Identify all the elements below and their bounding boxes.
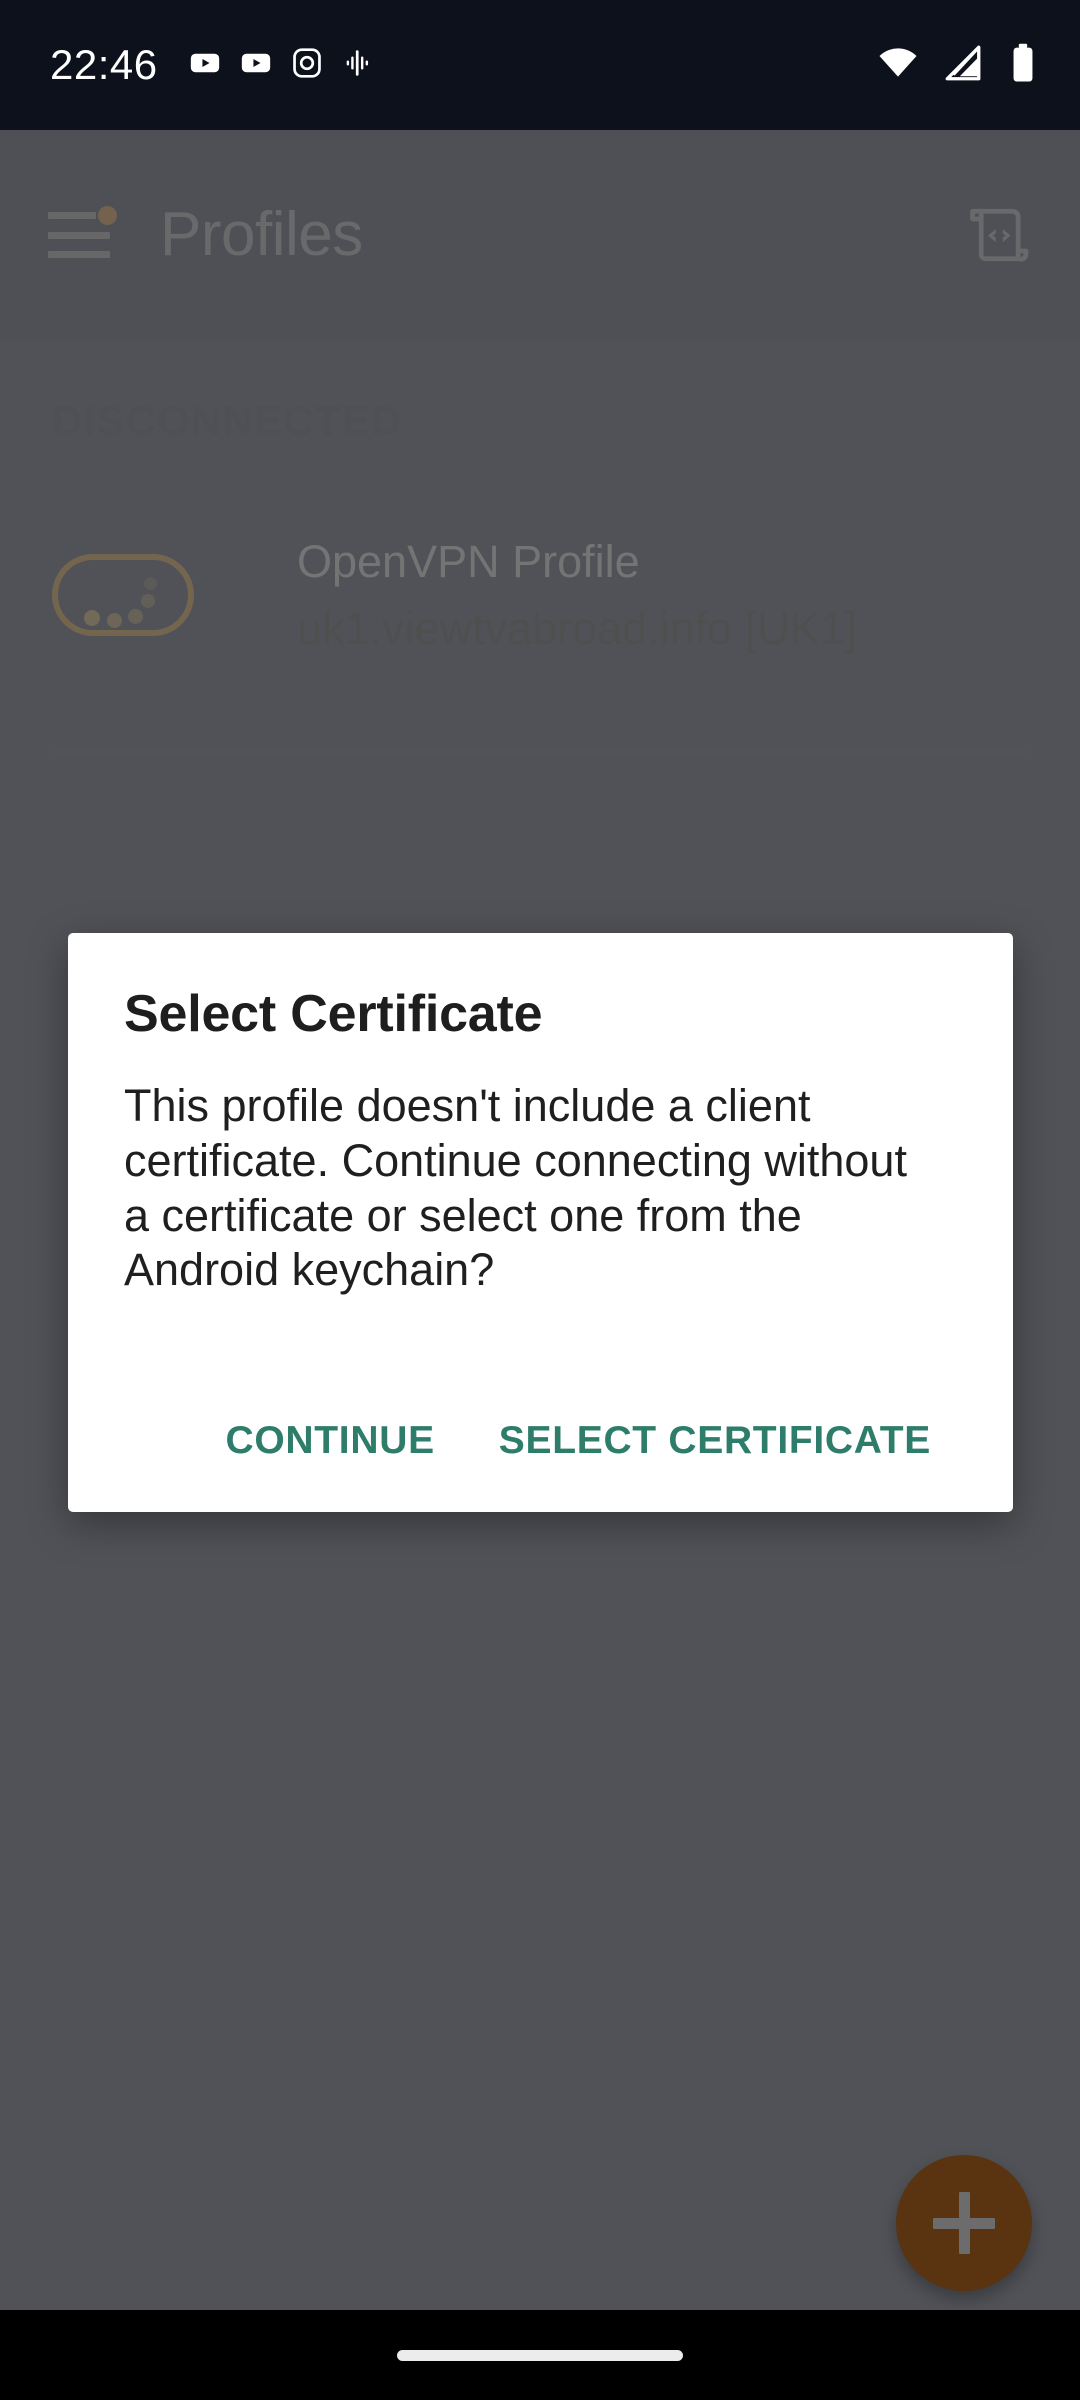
status-notification-icons <box>188 46 375 85</box>
system-navigation-bar <box>0 2310 1080 2400</box>
status-system-icons <box>876 41 1040 90</box>
youtube-icon <box>188 46 222 85</box>
status-clock: 22:46 <box>50 41 158 88</box>
select-certificate-button[interactable]: SELECT CERTIFICATE <box>473 1397 957 1485</box>
add-profile-fab[interactable] <box>896 2155 1032 2291</box>
home-gesture-pill[interactable] <box>397 2349 683 2361</box>
wifi-icon <box>876 41 920 90</box>
cellular-no-sim-icon <box>942 42 984 89</box>
status-bar: 22:46 <box>0 0 1080 130</box>
phone-screen: 22:46 Select Certificate This profile do… <box>0 0 1080 2400</box>
dialog-action-bar: CONTINUE SELECT CERTIFICATE <box>124 1370 957 1512</box>
instagram-icon <box>290 46 324 85</box>
google-recorder-icon <box>341 46 375 85</box>
youtube-icon <box>239 46 273 85</box>
dialog-title: Select Certificate <box>124 985 543 1043</box>
battery-icon <box>1006 42 1040 89</box>
dialog-message: This profile doesn't include a client ce… <box>124 1079 907 1296</box>
plus-icon <box>958 2192 970 2254</box>
select-certificate-dialog: Select Certificate This profile doesn't … <box>68 933 1013 1513</box>
continue-button[interactable]: CONTINUE <box>200 1397 461 1485</box>
